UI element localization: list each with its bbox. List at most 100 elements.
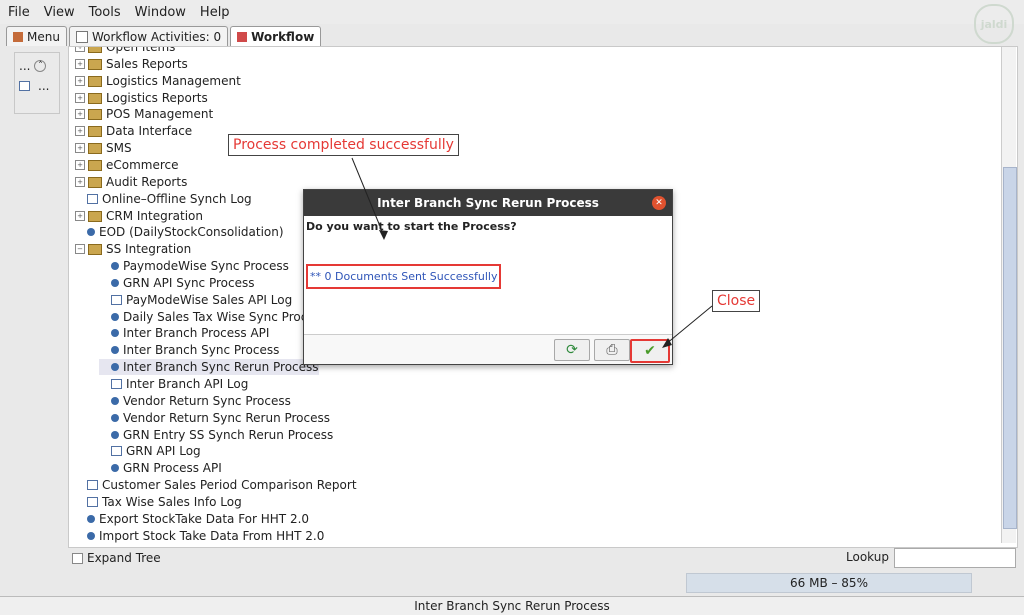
tab-menu[interactable]: Menu [6,26,67,46]
expand-toggle-icon[interactable]: + [75,109,85,119]
tree-item[interactable]: + POS Management [75,106,213,122]
tree-item[interactable]: PayModeWise Sales API Log [99,292,292,308]
check-icon: ✔ [644,343,656,359]
menu-tools[interactable]: Tools [89,5,121,20]
tree-item[interactable]: GRN Entry SS Synch Rerun Process [99,427,333,443]
tree-item[interactable]: + Data Interface [75,123,192,139]
tree-item[interactable]: + Sales Reports [75,56,188,72]
expand-toggle-icon[interactable]: + [75,211,85,221]
expand-toggle-icon[interactable]: + [75,76,85,86]
tree-item[interactable]: + Logistics Management [75,73,241,89]
lookup-input[interactable] [894,548,1016,568]
menu-help[interactable]: Help [200,5,230,20]
tree-item[interactable]: Export StockTake Data For HHT 2.0 [75,511,309,527]
vertical-scrollbar[interactable] [1001,47,1017,543]
home-icon [13,31,23,42]
menu-window[interactable]: Window [135,5,186,20]
annotation-process-completed: Process completed successfully [228,134,459,156]
tree-item[interactable]: EOD (DailyStockConsolidation) [75,224,284,240]
expand-toggle-icon[interactable]: + [75,47,85,52]
tree-item[interactable]: + Open Items [75,47,175,55]
tree-item-label: Inter Branch Sync Process [123,343,280,357]
scrollbar-thumb[interactable] [1003,167,1017,529]
folder-icon [88,75,102,87]
tree-item[interactable]: Daily Sales Tax Wise Sync Proce [99,309,315,325]
expand-toggle-icon[interactable]: + [75,59,85,69]
tree-item[interactable]: Online–Offline Synch Log [75,191,252,207]
ok-close-button[interactable]: ✔ [630,339,670,363]
expand-toggle-icon[interactable]: + [75,93,85,103]
tree-item-label: Data Interface [106,124,193,138]
dialog-title: Inter Branch Sync Rerun Process [377,196,599,210]
expand-toggle-icon[interactable]: + [75,160,85,170]
tree-item[interactable]: GRN Process API [99,460,222,476]
process-gear-icon [111,397,119,405]
tree-item[interactable]: + eCommerce [75,157,179,173]
folder-icon [88,159,102,171]
collapse-icon[interactable]: ˄ [34,60,47,72]
tree-item-label: POS Management [106,107,214,121]
expand-toggle-icon[interactable]: + [75,177,85,187]
tree-item-label: Sales Reports [106,57,188,71]
folder-icon [88,142,102,154]
dialog-body: Do you want to start the Process? ** 0 D… [304,216,672,335]
folder-icon [88,92,102,104]
start-process-button[interactable]: ⟳ [554,339,590,361]
tree-item-label: SS Integration [106,242,192,256]
document-icon [111,379,122,389]
tab-bar: Menu Workflow Activities: 0 Workflow [6,26,323,46]
expand-tree-checkbox[interactable] [72,552,83,564]
process-gear-icon [111,279,119,287]
dialog-titlebar: Inter Branch Sync Rerun Process ✕ [304,190,672,216]
left-panel-ellipsis-2: ... [38,79,50,93]
tree-item-label: Inter Branch API Log [126,377,249,391]
tree-item[interactable]: + Logistics Reports [75,90,208,106]
tree-item[interactable]: Inter Branch Sync Rerun Process [99,359,319,375]
tree-item[interactable]: Customer Sales Period Comparison Report [75,477,357,493]
tree-item[interactable]: + CRM Integration [75,208,203,224]
tree-item[interactable]: Import Stock Take Data From HHT 2.0 [75,528,324,544]
tree-item[interactable]: Vendor Return Sync Rerun Process [99,410,330,426]
annotation-close: Close [712,290,761,312]
process-dialog: Inter Branch Sync Rerun Process ✕ Do you… [303,189,673,365]
status-bar: Inter Branch Sync Rerun Process [0,596,1024,615]
tab-workflow[interactable]: Workflow [230,26,322,46]
tree-item[interactable]: + Audit Reports [75,174,187,190]
tree-item[interactable]: Inter Branch Process API [99,325,269,341]
expand-toggle-icon[interactable]: + [75,126,85,136]
tree-item-label: PayModeWise Sales API Log [126,293,293,307]
memory-indicator: 66 MB – 85% [686,573,972,593]
document-icon [111,295,122,305]
process-gear-icon [87,228,95,236]
process-gear-icon [111,262,119,270]
expand-toggle-icon[interactable]: + [75,143,85,153]
close-icon[interactable]: ✕ [652,196,666,210]
menu-file[interactable]: File [8,5,30,20]
menu-view[interactable]: View [44,5,75,20]
tab-menu-label: Menu [27,29,60,44]
collapse-toggle-icon[interactable]: − [75,244,85,254]
folder-icon [88,58,102,70]
print-button[interactable]: ⎙ [594,339,630,361]
process-gear-icon [111,363,119,371]
document-icon [87,480,98,490]
lookup-label: Lookup [846,550,889,564]
tree-item-label: PaymodeWise Sync Process [123,259,289,273]
tree-item[interactable]: Inter Branch Sync Process [99,342,279,358]
left-panel-ellipsis-1: ... [19,59,31,73]
tree-item[interactable]: GRN API Log [99,443,201,459]
tree-item-label: Inter Branch Process API [123,326,270,340]
tree-footer: Expand Tree Lookup [68,548,1016,568]
tab-workflow-activities-label: Workflow Activities: 0 [91,29,222,44]
tab-workflow-activities[interactable]: Workflow Activities: 0 [68,26,229,46]
left-panel-row-1[interactable]: ... ˄ [19,59,55,73]
tree-item[interactable]: Tax Wise Sales Info Log [75,494,242,510]
tree-item-label: Online–Offline Synch Log [102,192,252,206]
tree-item[interactable]: + SMS [75,140,132,156]
tree-item[interactable]: Inter Branch API Log [99,376,248,392]
tree-item[interactable]: GRN API Sync Process [99,275,254,291]
tree-item[interactable]: PaymodeWise Sync Process [99,258,289,274]
tree-item[interactable]: − SS Integration [75,241,191,257]
tree-item[interactable]: Vendor Return Sync Process [99,393,291,409]
left-panel-row-2[interactable]: ... [19,79,55,93]
